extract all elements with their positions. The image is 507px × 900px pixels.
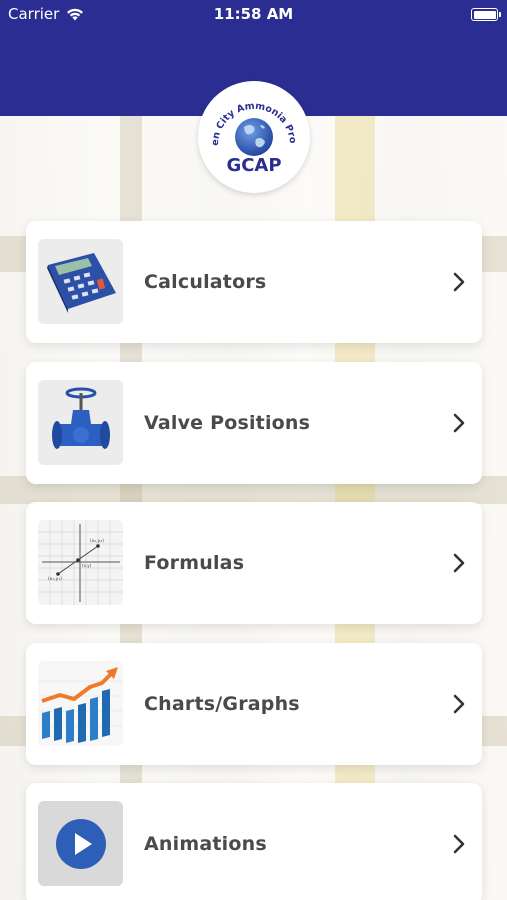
chevron-right-icon	[453, 834, 465, 854]
menu-item-label: Calculators	[144, 271, 267, 293]
menu-item-label: Formulas	[144, 552, 245, 574]
status-bar: Carrier 11:58 AM	[0, 0, 507, 30]
menu-item-calculators[interactable]: Calculators	[26, 221, 482, 343]
status-time: 11:58 AM	[213, 5, 294, 23]
globe-logo-icon: Garden City Ammonia Program GCAP	[204, 87, 298, 176]
menu-item-charts-graphs[interactable]: Charts/Graphs	[26, 642, 482, 765]
chevron-right-icon	[453, 272, 465, 292]
menu-item-label: Valve Positions	[144, 411, 311, 434]
menu-item-label: Animations	[144, 833, 267, 855]
menu-item-formulas[interactable]: (x₂,y₂) (x₁,y₁) (x,y) Formulas	[26, 502, 482, 624]
bar-chart-icon	[38, 660, 123, 746]
svg-text:GCAP: GCAP	[226, 155, 281, 176]
chevron-right-icon	[453, 413, 465, 432]
graph-formula-icon: (x₂,y₂) (x₁,y₁) (x,y)	[38, 520, 123, 605]
chevron-right-icon	[453, 694, 465, 713]
menu-item-label: Charts/Graphs	[144, 692, 300, 715]
chevron-right-icon	[453, 553, 465, 573]
svg-text:(x₁,y₁): (x₁,y₁)	[48, 576, 62, 582]
play-icon	[38, 801, 123, 886]
svg-text:(x,y): (x,y)	[82, 563, 92, 568]
calculator-icon	[38, 239, 123, 324]
svg-text:(x₂,y₂): (x₂,y₂)	[90, 538, 104, 544]
gcap-logo: Garden City Ammonia Program GCAP	[198, 81, 310, 193]
menu-item-animations[interactable]: Animations	[26, 783, 482, 900]
battery-icon	[471, 8, 501, 21]
main-menu: Calculators Valve Positions (x₂,y₂) (x₁,…	[26, 221, 482, 900]
menu-item-valve-positions[interactable]: Valve Positions	[26, 361, 482, 484]
valve-icon	[38, 379, 123, 465]
